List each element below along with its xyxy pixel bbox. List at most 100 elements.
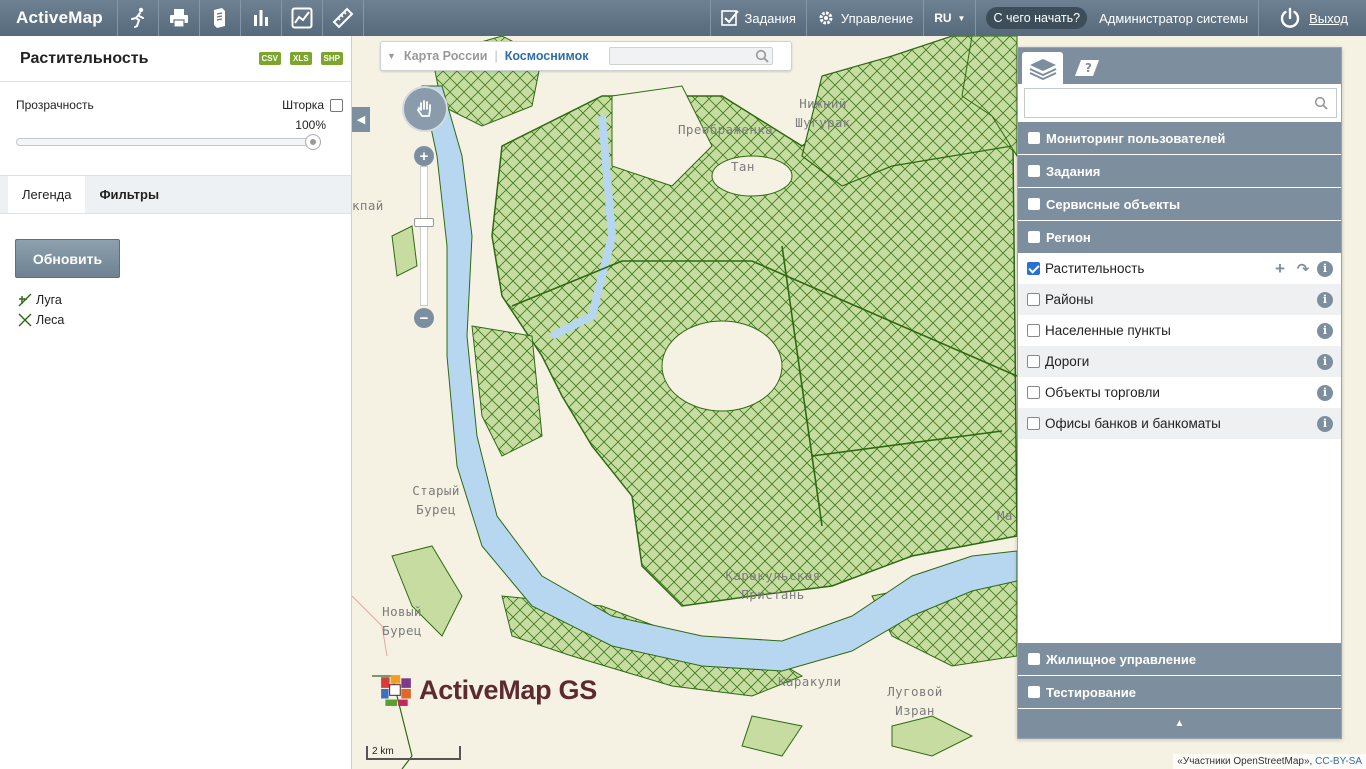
- layer-group-header[interactable]: Тестирование: [1018, 675, 1341, 708]
- panel-tabs: Легенда Фильтры: [0, 176, 351, 214]
- exit-area[interactable]: Выход: [1258, 0, 1366, 36]
- pan-control[interactable]: [402, 86, 448, 132]
- basemap-switcher: ▼ Карта России | Космоснимок: [380, 41, 792, 71]
- info-icon[interactable]: i: [1317, 384, 1333, 401]
- group-checkbox[interactable]: [1028, 686, 1040, 698]
- layer-row-shops[interactable]: Объекты торговли i: [1018, 377, 1341, 408]
- opacity-slider-handle[interactable]: [305, 134, 321, 150]
- basemap-satellite[interactable]: Космоснимок: [505, 49, 589, 63]
- attribution-link[interactable]: CC-BY-SA: [1315, 756, 1362, 767]
- layer-checkbox[interactable]: [1027, 293, 1040, 306]
- group-checkbox[interactable]: [1028, 231, 1040, 243]
- svg-text:?: ?: [1085, 61, 1092, 75]
- layer-row-banks[interactable]: Офисы банков и банкоматы i: [1018, 408, 1341, 439]
- tab-map-legend[interactable]: ?: [1065, 52, 1106, 84]
- zoom-out-button[interactable]: −: [414, 308, 434, 328]
- layer-row-roads[interactable]: Дороги i: [1018, 346, 1341, 377]
- bar-chart-button[interactable]: [241, 0, 282, 36]
- documents-button[interactable]: [200, 0, 241, 36]
- zoom-in-button[interactable]: +: [414, 146, 434, 166]
- opacity-slider[interactable]: [16, 134, 321, 150]
- add-icon[interactable]: +: [1271, 259, 1289, 279]
- tab-filters[interactable]: Фильтры: [85, 176, 173, 213]
- user-name[interactable]: Администратор системы: [1099, 11, 1248, 26]
- map-search-input[interactable]: [609, 47, 774, 65]
- group-checkbox[interactable]: [1028, 132, 1040, 144]
- basemap-russia[interactable]: Карта России: [404, 49, 488, 63]
- info-icon[interactable]: i: [1317, 415, 1333, 432]
- document-icon: [213, 8, 225, 28]
- layers-search-input[interactable]: [1024, 88, 1337, 118]
- opacity-section: Прозрачность Шторка 100%: [0, 82, 351, 176]
- layer-group-header[interactable]: Регион: [1018, 220, 1341, 253]
- tasks-menu[interactable]: Задания: [709, 0, 806, 36]
- bar-chart-icon: [253, 10, 268, 26]
- layer-group-header[interactable]: Задания: [1018, 154, 1341, 187]
- group-checkbox[interactable]: [1028, 165, 1040, 177]
- layer-row-settlements[interactable]: Населенные пункты i: [1018, 315, 1341, 346]
- layer-row-vegetation[interactable]: Растительность + ↷ i: [1018, 253, 1341, 284]
- basemap-dropdown-icon[interactable]: ▼: [387, 51, 396, 61]
- management-menu[interactable]: Управление: [805, 0, 923, 36]
- layer-checkbox[interactable]: [1027, 355, 1040, 368]
- zoom-slider[interactable]: [420, 166, 428, 306]
- search-icon[interactable]: [755, 49, 770, 63]
- export-csv-button[interactable]: CSV: [258, 52, 281, 65]
- group-checkbox[interactable]: [1028, 198, 1040, 210]
- info-icon[interactable]: i: [1317, 260, 1333, 277]
- search-icon[interactable]: [1314, 96, 1328, 110]
- route-icon: [130, 7, 144, 28]
- layer-group-header[interactable]: Сервисные объекты: [1018, 187, 1341, 220]
- layer-group-header[interactable]: Мониторинг пользователей: [1018, 121, 1341, 154]
- refresh-button[interactable]: Обновить: [15, 239, 120, 278]
- redo-arrow-icon[interactable]: ↷: [1294, 260, 1312, 278]
- map-label: Преображенка: [678, 122, 774, 137]
- chevron-down-icon: ▼: [957, 13, 966, 23]
- legend-question-icon: ?: [1074, 60, 1099, 76]
- exit-link[interactable]: Выход: [1309, 11, 1348, 26]
- meadow-symbol-icon: [18, 293, 32, 307]
- group-label: Задания: [1046, 163, 1101, 179]
- info-icon[interactable]: i: [1317, 353, 1333, 370]
- layer-name: Дороги: [1045, 354, 1090, 369]
- legend-label: Луга: [36, 293, 62, 307]
- layer-row-districts[interactable]: Районы i: [1018, 284, 1341, 315]
- group-checkbox[interactable]: [1028, 653, 1040, 665]
- tab-legend[interactable]: Легенда: [8, 176, 86, 213]
- line-chart-button[interactable]: [282, 0, 323, 36]
- language-select[interactable]: RU ▼: [923, 0, 975, 36]
- collapse-layers-button[interactable]: ▲: [1018, 708, 1341, 738]
- info-icon[interactable]: i: [1317, 291, 1333, 308]
- attribution-text: «Участники OpenStreetMap»,: [1177, 756, 1313, 767]
- tab-layers[interactable]: [1022, 52, 1063, 84]
- layer-name: Районы: [1045, 292, 1094, 307]
- map-label: Тан: [731, 159, 755, 174]
- map-label: Ма: [997, 508, 1013, 523]
- layer-checkbox[interactable]: [1027, 262, 1040, 275]
- layer-checkbox[interactable]: [1027, 417, 1040, 430]
- panel-header: Растительность CSV XLS SHP: [0, 36, 351, 82]
- group-label: Регион: [1046, 229, 1091, 245]
- ruler-icon: [332, 7, 354, 29]
- collapse-left-panel-button[interactable]: ◀: [352, 107, 370, 132]
- language-value: RU: [934, 11, 952, 25]
- curtain-checkbox[interactable]: [330, 98, 343, 112]
- help-button[interactable]: С чего начать?: [986, 7, 1088, 29]
- export-xls-button[interactable]: XLS: [289, 52, 312, 65]
- brand-logo[interactable]: ActiveMap: [0, 0, 118, 36]
- export-shp-button[interactable]: SHP: [320, 52, 343, 65]
- layers-icon: [1029, 59, 1056, 80]
- info-icon[interactable]: i: [1317, 322, 1333, 339]
- layer-checkbox[interactable]: [1027, 386, 1040, 399]
- curtain-toggle[interactable]: Шторка: [282, 98, 343, 112]
- map-label: Каракули: [778, 674, 842, 689]
- zoom-slider-handle[interactable]: [414, 218, 434, 227]
- layer-checkbox[interactable]: [1027, 324, 1040, 337]
- route-tool-button[interactable]: [118, 0, 159, 36]
- layers-panel: ? Мониторинг пользователей Задания Серви…: [1017, 47, 1342, 739]
- user-area: С чего начать? Администратор системы: [975, 0, 1258, 36]
- layer-name: Населенные пункты: [1045, 323, 1171, 338]
- layer-group-header[interactable]: Жилищное управление: [1018, 642, 1341, 675]
- ruler-button[interactable]: [323, 0, 364, 36]
- print-button[interactable]: [159, 0, 200, 36]
